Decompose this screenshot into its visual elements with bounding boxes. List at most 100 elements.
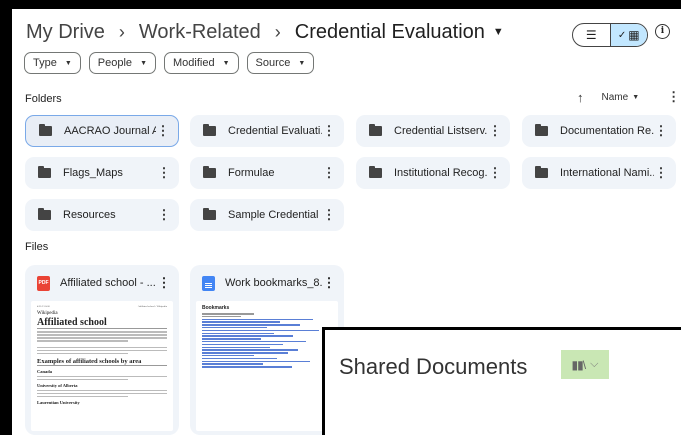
breadcrumb-my-drive[interactable]: My Drive: [26, 21, 105, 44]
more-options-icon[interactable]: ⋮: [322, 165, 336, 181]
chevron-down-icon[interactable]: ▼: [493, 26, 504, 38]
filter-label: People: [97, 57, 133, 69]
folder-card[interactable]: Resources ⋮: [25, 199, 179, 231]
list-icon: ☰: [585, 28, 597, 42]
folder-name: International Nami...: [560, 167, 654, 179]
preview-section: Examples of affiliated schools by area: [37, 358, 167, 366]
folder-icon: [203, 124, 216, 136]
folder-icon: [535, 166, 548, 178]
sort-controls: ↑ Name ▼ ⋮: [577, 89, 680, 105]
folder-name: Resources: [63, 209, 116, 221]
grid-icon: ▦: [628, 28, 640, 42]
more-options-icon[interactable]: ⋮: [322, 207, 336, 223]
chevron-down-icon: ▼: [222, 59, 230, 67]
filter-modified[interactable]: Modified ▼: [164, 52, 239, 74]
folder-card[interactable]: AACRAO Journal A... ⋮: [25, 115, 179, 147]
folder-card[interactable]: Credential Listserv... ⋮: [356, 115, 510, 147]
filter-label: Source: [255, 57, 291, 69]
wikipedia-logo: Wikipedia: [37, 311, 58, 316]
folder-card[interactable]: International Nami... ⋮: [522, 157, 676, 189]
view-toggle: ☰ ✓ ▦: [572, 23, 648, 47]
folder-icon: [369, 166, 382, 178]
more-options-icon[interactable]: ⋮: [157, 165, 171, 181]
file-name: Work bookmarks_8...: [225, 277, 322, 289]
chevron-down-icon: ▼: [140, 59, 147, 67]
preview-subsection: University of Alberta: [37, 383, 78, 388]
list-view-button[interactable]: ☰: [573, 24, 610, 46]
preview-header: 4/21/13 8:00 Affiliated school - Wikiped…: [37, 305, 167, 308]
pdf-preview: 4/21/13 8:00 Affiliated school - Wikiped…: [31, 301, 173, 410]
more-options-icon[interactable]: ⋮: [654, 165, 668, 181]
folder-name: Flags_Maps: [63, 167, 123, 179]
shared-documents-menu-button[interactable]: ▮▮\ ⌵: [561, 350, 609, 379]
preview-subsection: Laurentian University: [37, 400, 80, 405]
more-options-icon[interactable]: ⋮: [322, 275, 336, 291]
preview-header-right: Affiliated school - Wikipedia: [137, 305, 167, 308]
folder-icon: [38, 166, 51, 178]
folder-icon: [203, 166, 216, 178]
breadcrumb-current-folder[interactable]: Credential Evaluation: [295, 21, 485, 44]
folder-name: Credential Evaluati...: [228, 125, 322, 137]
info-icon[interactable]: i: [655, 24, 670, 39]
file-thumbnail: 4/21/13 8:00 Affiliated school - Wikiped…: [31, 301, 173, 431]
folder-name: Formulae: [228, 167, 275, 179]
sort-by-name-button[interactable]: Name: [602, 92, 629, 103]
doc-preview: Bookmarks: [196, 301, 338, 373]
file-card-header: PDF Affiliated school - ... ⋮: [25, 265, 179, 301]
folder-card[interactable]: Formulae ⋮: [190, 157, 344, 189]
folder-name: Documentation Re...: [560, 125, 654, 137]
preview-title: Bookmarks: [202, 305, 230, 311]
more-options-icon[interactable]: ⋮: [157, 275, 171, 291]
breadcrumb: My Drive › Work-Related › Credential Eva…: [26, 17, 504, 47]
books-icon: ▮▮\: [571, 357, 587, 372]
chevron-down-icon: ▼: [64, 59, 72, 67]
more-options-icon[interactable]: ⋮: [156, 123, 170, 139]
chevron-down-icon: ▼: [298, 59, 306, 67]
filter-label: Type: [33, 57, 57, 69]
folder-icon: [535, 124, 548, 136]
more-options-icon[interactable]: ⋮: [667, 89, 680, 105]
folder-card[interactable]: Sample Credential ... ⋮: [190, 199, 344, 231]
preview-title: Affiliated school: [37, 317, 167, 329]
file-card[interactable]: PDF Affiliated school - ... ⋮ 4/21/13 8:…: [25, 265, 179, 435]
file-name: Affiliated school - ...: [60, 277, 156, 289]
file-card[interactable]: Work bookmarks_8... ⋮ Bookmarks: [190, 265, 344, 435]
more-options-icon[interactable]: ⋮: [157, 207, 171, 223]
folder-card[interactable]: Flags_Maps ⋮: [25, 157, 179, 189]
shared-documents-popup: Shared Documents ▮▮\ ⌵: [322, 327, 681, 435]
breadcrumb-work-related[interactable]: Work-Related: [139, 21, 261, 44]
folder-card[interactable]: Institutional Recog... ⋮: [356, 157, 510, 189]
more-options-icon[interactable]: ⋮: [654, 123, 668, 139]
filter-label: Modified: [173, 57, 215, 69]
folder-name: Sample Credential ...: [228, 209, 322, 221]
more-options-icon[interactable]: ⋮: [488, 165, 502, 181]
filter-type[interactable]: Type ▼: [24, 52, 81, 74]
filter-people[interactable]: People ▼: [88, 52, 156, 74]
sort-direction-arrow-icon[interactable]: ↑: [577, 90, 584, 105]
check-icon: ✓: [617, 29, 627, 41]
filter-bar: Type ▼ People ▼ Modified ▼ Source ▼: [24, 52, 315, 74]
file-card-header: Work bookmarks_8... ⋮: [190, 265, 344, 301]
folder-icon: [203, 208, 216, 220]
more-options-icon[interactable]: ⋮: [322, 123, 336, 139]
preview-subsection: Canada: [37, 369, 53, 374]
google-doc-icon: [202, 275, 215, 291]
folder-card[interactable]: Credential Evaluati... ⋮: [190, 115, 344, 147]
folder-icon: [39, 124, 52, 136]
chevron-down-icon[interactable]: ▼: [632, 94, 639, 101]
breadcrumb-separator-icon: ›: [274, 21, 281, 42]
preview-header-left: 4/21/13 8:00: [37, 305, 50, 308]
pdf-icon: PDF: [37, 275, 50, 291]
file-thumbnail: Bookmarks: [196, 301, 338, 431]
folder-name: Institutional Recog...: [394, 167, 488, 179]
grid-view-button[interactable]: ✓ ▦: [609, 24, 647, 46]
files-heading: Files: [25, 241, 49, 253]
folder-icon: [369, 124, 382, 136]
folder-name: Credential Listserv...: [394, 125, 488, 137]
folders-heading: Folders: [25, 93, 62, 105]
filter-source[interactable]: Source ▼: [246, 52, 315, 74]
folder-name: AACRAO Journal A...: [64, 125, 156, 137]
more-options-icon[interactable]: ⋮: [488, 123, 502, 139]
folder-card[interactable]: Documentation Re... ⋮: [522, 115, 676, 147]
breadcrumb-separator-icon: ›: [118, 21, 125, 42]
